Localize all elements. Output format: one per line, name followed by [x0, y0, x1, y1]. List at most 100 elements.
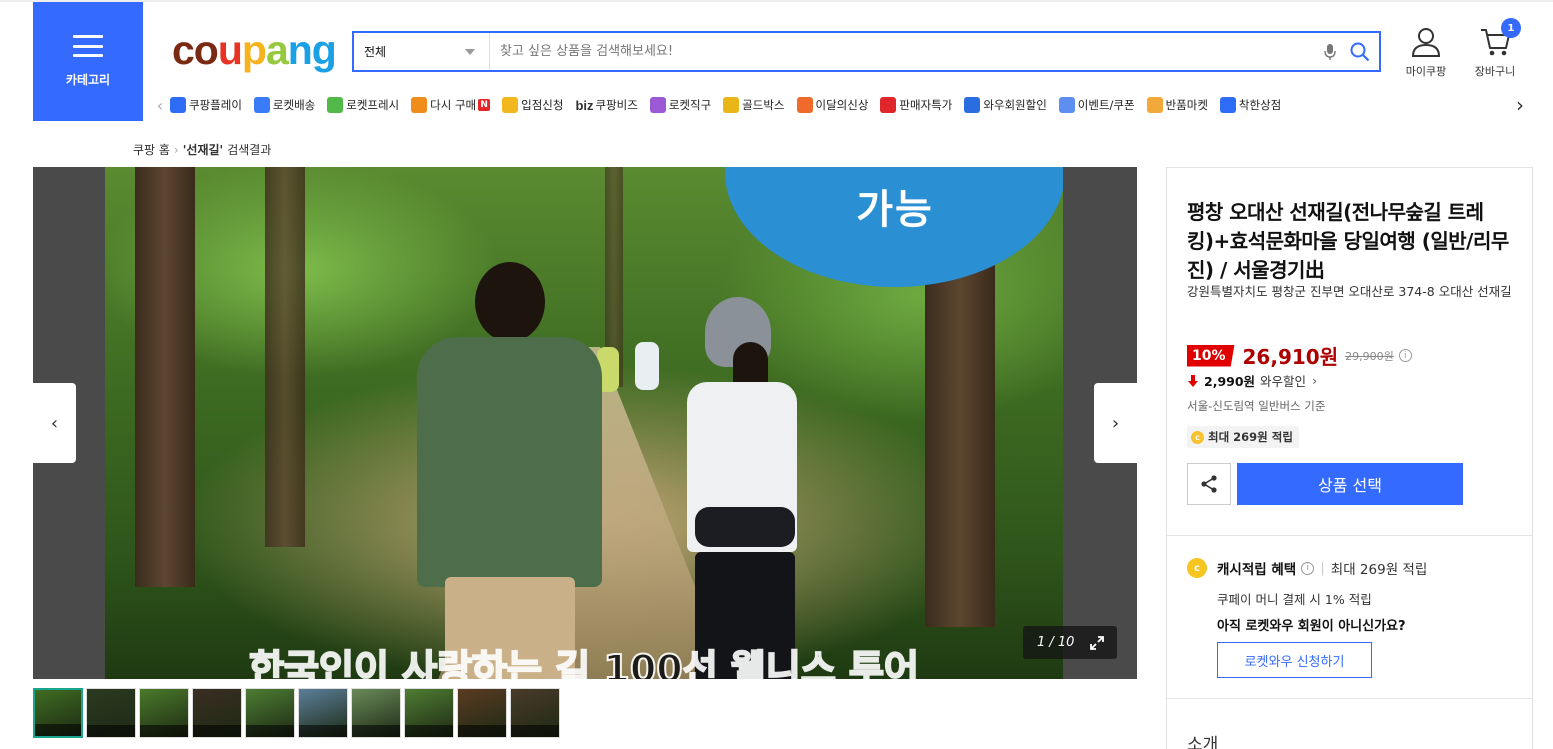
- thumbnail-caption-bar: [299, 725, 347, 737]
- new-badge: N: [478, 99, 491, 111]
- gallery-thumbnail[interactable]: [33, 688, 83, 738]
- mycoupang-label: 마이쿠팡: [1405, 65, 1447, 78]
- thumbnail-caption-bar: [405, 725, 453, 737]
- biz-icon: biz: [575, 97, 594, 113]
- search-input[interactable]: [490, 33, 1319, 70]
- gallery-thumbnail[interactable]: [457, 688, 507, 738]
- product-title: 평창 오대산 선재길(전나무숲길 트레킹)+효석문화마을 당일여행 (일반/리무…: [1187, 200, 1509, 282]
- nav-item-fresh-rocket[interactable]: 로켓프레시: [327, 97, 399, 113]
- search-icon[interactable]: [1341, 33, 1379, 70]
- chevron-right-icon: ›: [1312, 373, 1318, 388]
- cash-reward-max: 최대 269원 적립: [1330, 562, 1428, 578]
- category-menu-button[interactable]: 카테고리: [33, 2, 143, 121]
- nav-item-label: 입점신청: [521, 98, 564, 112]
- product-gallery: 가능 한국인이 사랑하는 길 100선 웰니스 투어 ‹ › 1 / 10: [33, 167, 1137, 679]
- woman-waist-bag: [695, 507, 795, 547]
- search-category-value: 전체: [364, 45, 387, 59]
- tree-trunk: [135, 167, 195, 587]
- cart-label: 장바구니: [1474, 65, 1516, 78]
- nav-item-biz[interactable]: biz 쿠팡비즈: [575, 97, 637, 113]
- image-badge-text: 가능: [856, 187, 934, 233]
- nav-item-direct-rocket[interactable]: 로켓직구: [649, 97, 712, 113]
- gallery-thumbnail[interactable]: [351, 688, 401, 738]
- share-button[interactable]: [1187, 463, 1231, 505]
- gallery-thumbnail[interactable]: [86, 688, 136, 738]
- thumbnail-caption-bar: [193, 725, 241, 737]
- gallery-counter-text: 1 / 10: [1037, 635, 1075, 650]
- hiker-figure: [635, 342, 659, 390]
- coupang-logo[interactable]: coupang: [172, 22, 337, 78]
- arrow-down-icon: [1188, 374, 1198, 387]
- reward-badge: c 최대 269원 적립: [1187, 426, 1299, 448]
- nav-item-wow[interactable]: 와우회원할인: [964, 97, 1047, 113]
- mycoupang-button[interactable]: 마이쿠팡: [1403, 26, 1449, 79]
- top-border: [0, 0, 1553, 2]
- pay-note: 쿠페이 머니 결제 시 1% 적립: [1217, 592, 1372, 607]
- image-caption: 한국인이 사랑하는 길 100선 웰니스 투어: [248, 646, 920, 679]
- search-category-select[interactable]: 전체: [354, 33, 490, 70]
- search-bar: 전체: [352, 31, 1381, 72]
- thumbnail-caption-bar: [352, 725, 400, 737]
- nav-item-label: 로켓배송: [272, 98, 316, 112]
- gallery-prev-button[interactable]: ‹: [33, 383, 76, 463]
- chevron-down-icon: [465, 48, 475, 55]
- nav-item-label: 이달의신상: [815, 98, 869, 112]
- breadcrumb: 쿠팡 홈 › '선재길' 검색결과: [133, 141, 271, 158]
- wow-discount-label: 와우할인: [1260, 374, 1307, 389]
- reward-text: 최대 269원 적립: [1208, 430, 1293, 444]
- nav-item-label: 골드박스: [742, 98, 785, 112]
- cart-count-badge: 1: [1501, 18, 1521, 38]
- nav-item-gold-box[interactable]: 골드박스: [723, 97, 785, 113]
- separator: |: [1320, 560, 1325, 576]
- nav-item-label: 착한상점: [1238, 98, 1282, 112]
- nav-item-label: 로켓직구: [668, 98, 712, 112]
- gallery-thumbnail[interactable]: [404, 688, 454, 738]
- discount-badge: 10%: [1187, 344, 1235, 367]
- nav-next-icon[interactable]: ›: [1510, 93, 1530, 117]
- info-icon[interactable]: i: [1398, 349, 1412, 362]
- man-shirt: [417, 337, 602, 587]
- nav-item-return-market[interactable]: 반품마켓: [1146, 97, 1208, 113]
- quick-nav: ‹ 쿠팡플레이 로켓배송 로켓프레시 다시 구매 N 입점신청 biz 쿠팡비즈 로켓직구 골드박…: [150, 92, 1530, 118]
- thumbnail-caption-bar: [458, 725, 506, 737]
- nav-item-good-store[interactable]: 착한상점: [1219, 97, 1282, 113]
- gallery-thumbnail[interactable]: [510, 688, 560, 738]
- rocketwow-apply-button[interactable]: 로켓와우 신청하기: [1217, 642, 1372, 678]
- mic-icon[interactable]: [1319, 33, 1341, 70]
- nav-items: 쿠팡플레이 로켓배송 로켓프레시 다시 구매 N 입점신청 biz 쿠팡비즈 로켓직구 골드박스 이…: [170, 97, 1510, 113]
- thumbnail-strip: [33, 688, 560, 738]
- price-row: 10% 26,910원 29,900원 i: [1187, 341, 1412, 370]
- cart-button[interactable]: 1 장바구니: [1471, 18, 1521, 79]
- gallery-next-button[interactable]: ›: [1094, 383, 1137, 463]
- share-icon: [1201, 475, 1217, 493]
- nav-item-label: 쿠팡플레이: [189, 98, 242, 112]
- nav-item-rocket[interactable]: 로켓배송: [253, 97, 316, 113]
- nav-item-coupon[interactable]: 이벤트/쿠폰: [1058, 97, 1135, 113]
- nav-item-percent[interactable]: 판매자특가: [880, 97, 952, 113]
- return-market-icon: [1146, 97, 1163, 113]
- breadcrumb-suffix: 검색결과: [227, 143, 272, 157]
- gallery-thumbnail[interactable]: [298, 688, 348, 738]
- gallery-thumbnail[interactable]: [192, 688, 242, 738]
- nav-item-basket[interactable]: 다시 구매 N: [411, 97, 491, 113]
- breadcrumb-home[interactable]: 쿠팡 홈: [133, 141, 170, 158]
- gold-box-icon: [723, 97, 740, 113]
- wow-discount-row[interactable]: 2,990원 와우할인 ›: [1187, 371, 1317, 390]
- fullscreen-icon[interactable]: [1089, 635, 1105, 651]
- gallery-thumbnail[interactable]: [139, 688, 189, 738]
- fresh-rocket-icon: [327, 97, 344, 113]
- nav-item-play[interactable]: 쿠팡플레이: [170, 97, 242, 113]
- nav-item-label: 반품마켓: [1165, 98, 1208, 112]
- nav-item-new[interactable]: 이달의신상: [796, 97, 869, 113]
- nav-prev-icon[interactable]: ‹: [150, 96, 170, 115]
- nav-item-store[interactable]: 입점신청: [502, 97, 563, 113]
- thumbnail-caption-bar: [35, 724, 81, 736]
- info-icon[interactable]: i: [1301, 561, 1315, 575]
- product-info-panel: 평창 오대산 선재길(전나무숲길 트레킹)+효석문화마을 당일여행 (일반/리무…: [1166, 167, 1533, 749]
- gallery-thumbnail[interactable]: [245, 688, 295, 738]
- nav-item-label: 쿠팡비즈: [595, 98, 638, 112]
- coupon-icon: [1058, 97, 1075, 113]
- coin-icon: c: [1191, 430, 1204, 444]
- select-product-button[interactable]: 상품 선택: [1237, 463, 1463, 505]
- product-main-image[interactable]: 가능 한국인이 사랑하는 길 100선 웰니스 투어: [105, 167, 1063, 679]
